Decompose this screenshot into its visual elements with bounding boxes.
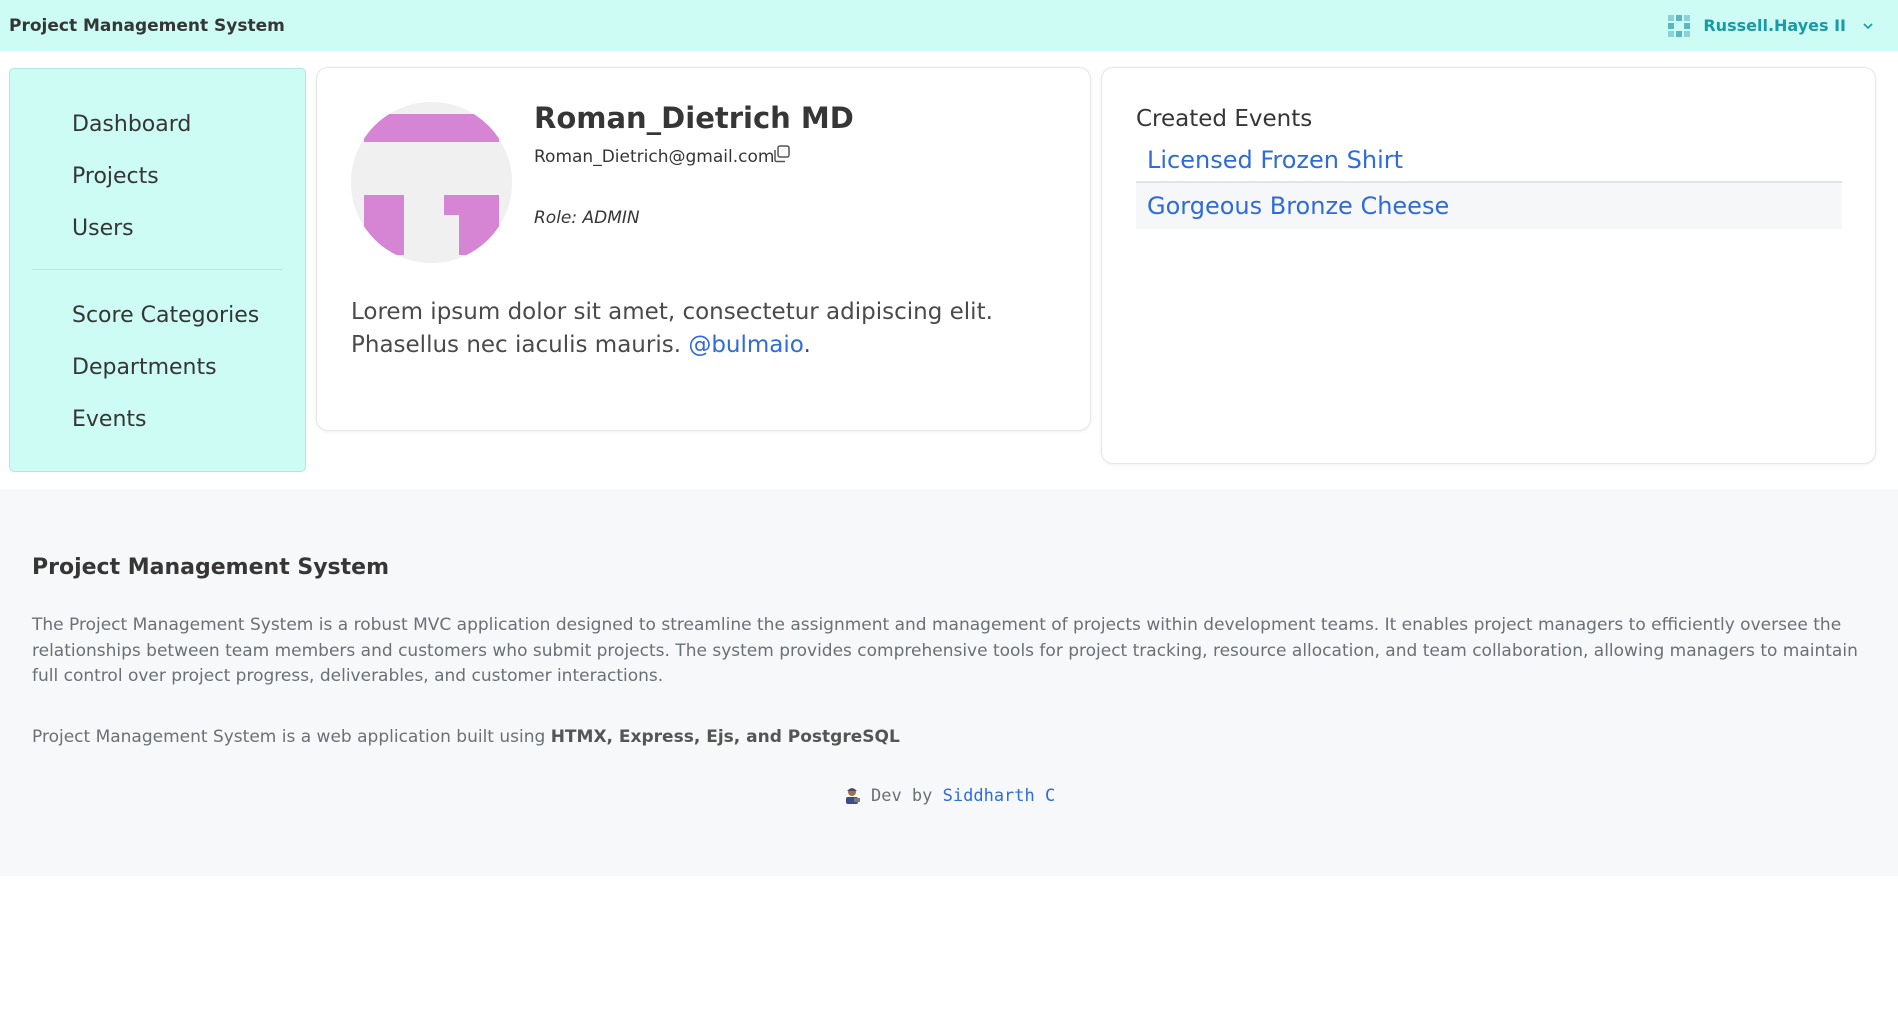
top-navbar: Project Management System Russell.Hayes … [0, 0, 1898, 51]
events-title: Created Events [1136, 106, 1313, 132]
event-item[interactable]: Gorgeous Bronze Cheese [1136, 183, 1842, 229]
built-prefix: Project Management System is a web appli… [32, 727, 551, 747]
chevron-down-icon[interactable] [1862, 20, 1874, 32]
footer-description: The Project Management System is a robus… [32, 615, 1858, 686]
bio-link[interactable]: @bulmaio [688, 332, 803, 358]
developer-emoji-icon [845, 788, 860, 804]
user-menu[interactable]: Russell.Hayes II [1665, 11, 1874, 40]
built-tech: HTMX, Express, Ejs, and PostgreSQL [550, 727, 900, 747]
sidebar-item-departments[interactable]: Departments [10, 342, 305, 394]
identicon-icon [351, 102, 512, 263]
sidebar: Dashboard Projects Users Score Categorie… [9, 68, 306, 472]
footer-dev-credit: Dev by Siddharth C [0, 786, 1898, 806]
footer: Project Management System The Project Ma… [0, 489, 1898, 876]
events-list: Licensed Frozen Shirt Gorgeous Bronze Ch… [1136, 137, 1842, 229]
profile-name: Roman_Dietrich MD [534, 101, 854, 135]
sidebar-item-score-categories[interactable]: Score Categories [10, 290, 305, 342]
footer-title: Project Management System [32, 555, 390, 580]
created-events-card: Created Events Licensed Frozen Shirt Gor… [1101, 67, 1876, 464]
sidebar-item-events[interactable]: Events [10, 394, 305, 446]
bio-end: . [803, 332, 811, 358]
footer-built-with: Project Management System is a web appli… [32, 727, 900, 747]
profile-bio: Lorem ipsum dolor sit amet, consectetur … [351, 296, 1061, 362]
brand-title[interactable]: Project Management System [9, 16, 285, 36]
sidebar-item-dashboard[interactable]: Dashboard [10, 99, 305, 151]
profile-role: Role: ADMIN [534, 208, 640, 228]
sidebar-item-users[interactable]: Users [10, 203, 305, 255]
sidebar-item-projects[interactable]: Projects [10, 151, 305, 203]
event-item[interactable]: Licensed Frozen Shirt [1136, 137, 1842, 183]
profile-email: Roman_Dietrich@gmail.com [534, 147, 775, 167]
profile-avatar [351, 102, 512, 263]
user-name[interactable]: Russell.Hayes II [1703, 16, 1846, 35]
user-avatar-icon [1665, 11, 1694, 40]
copy-icon[interactable] [772, 144, 792, 164]
dev-prefix: Dev by [860, 786, 943, 806]
bio-text: Lorem ipsum dolor sit amet, consectetur … [351, 299, 993, 358]
developer-link[interactable]: Siddharth C [943, 786, 1056, 806]
sidebar-divider [32, 269, 283, 270]
profile-card: Roman_Dietrich MD Roman_Dietrich@gmail.c… [316, 67, 1091, 431]
